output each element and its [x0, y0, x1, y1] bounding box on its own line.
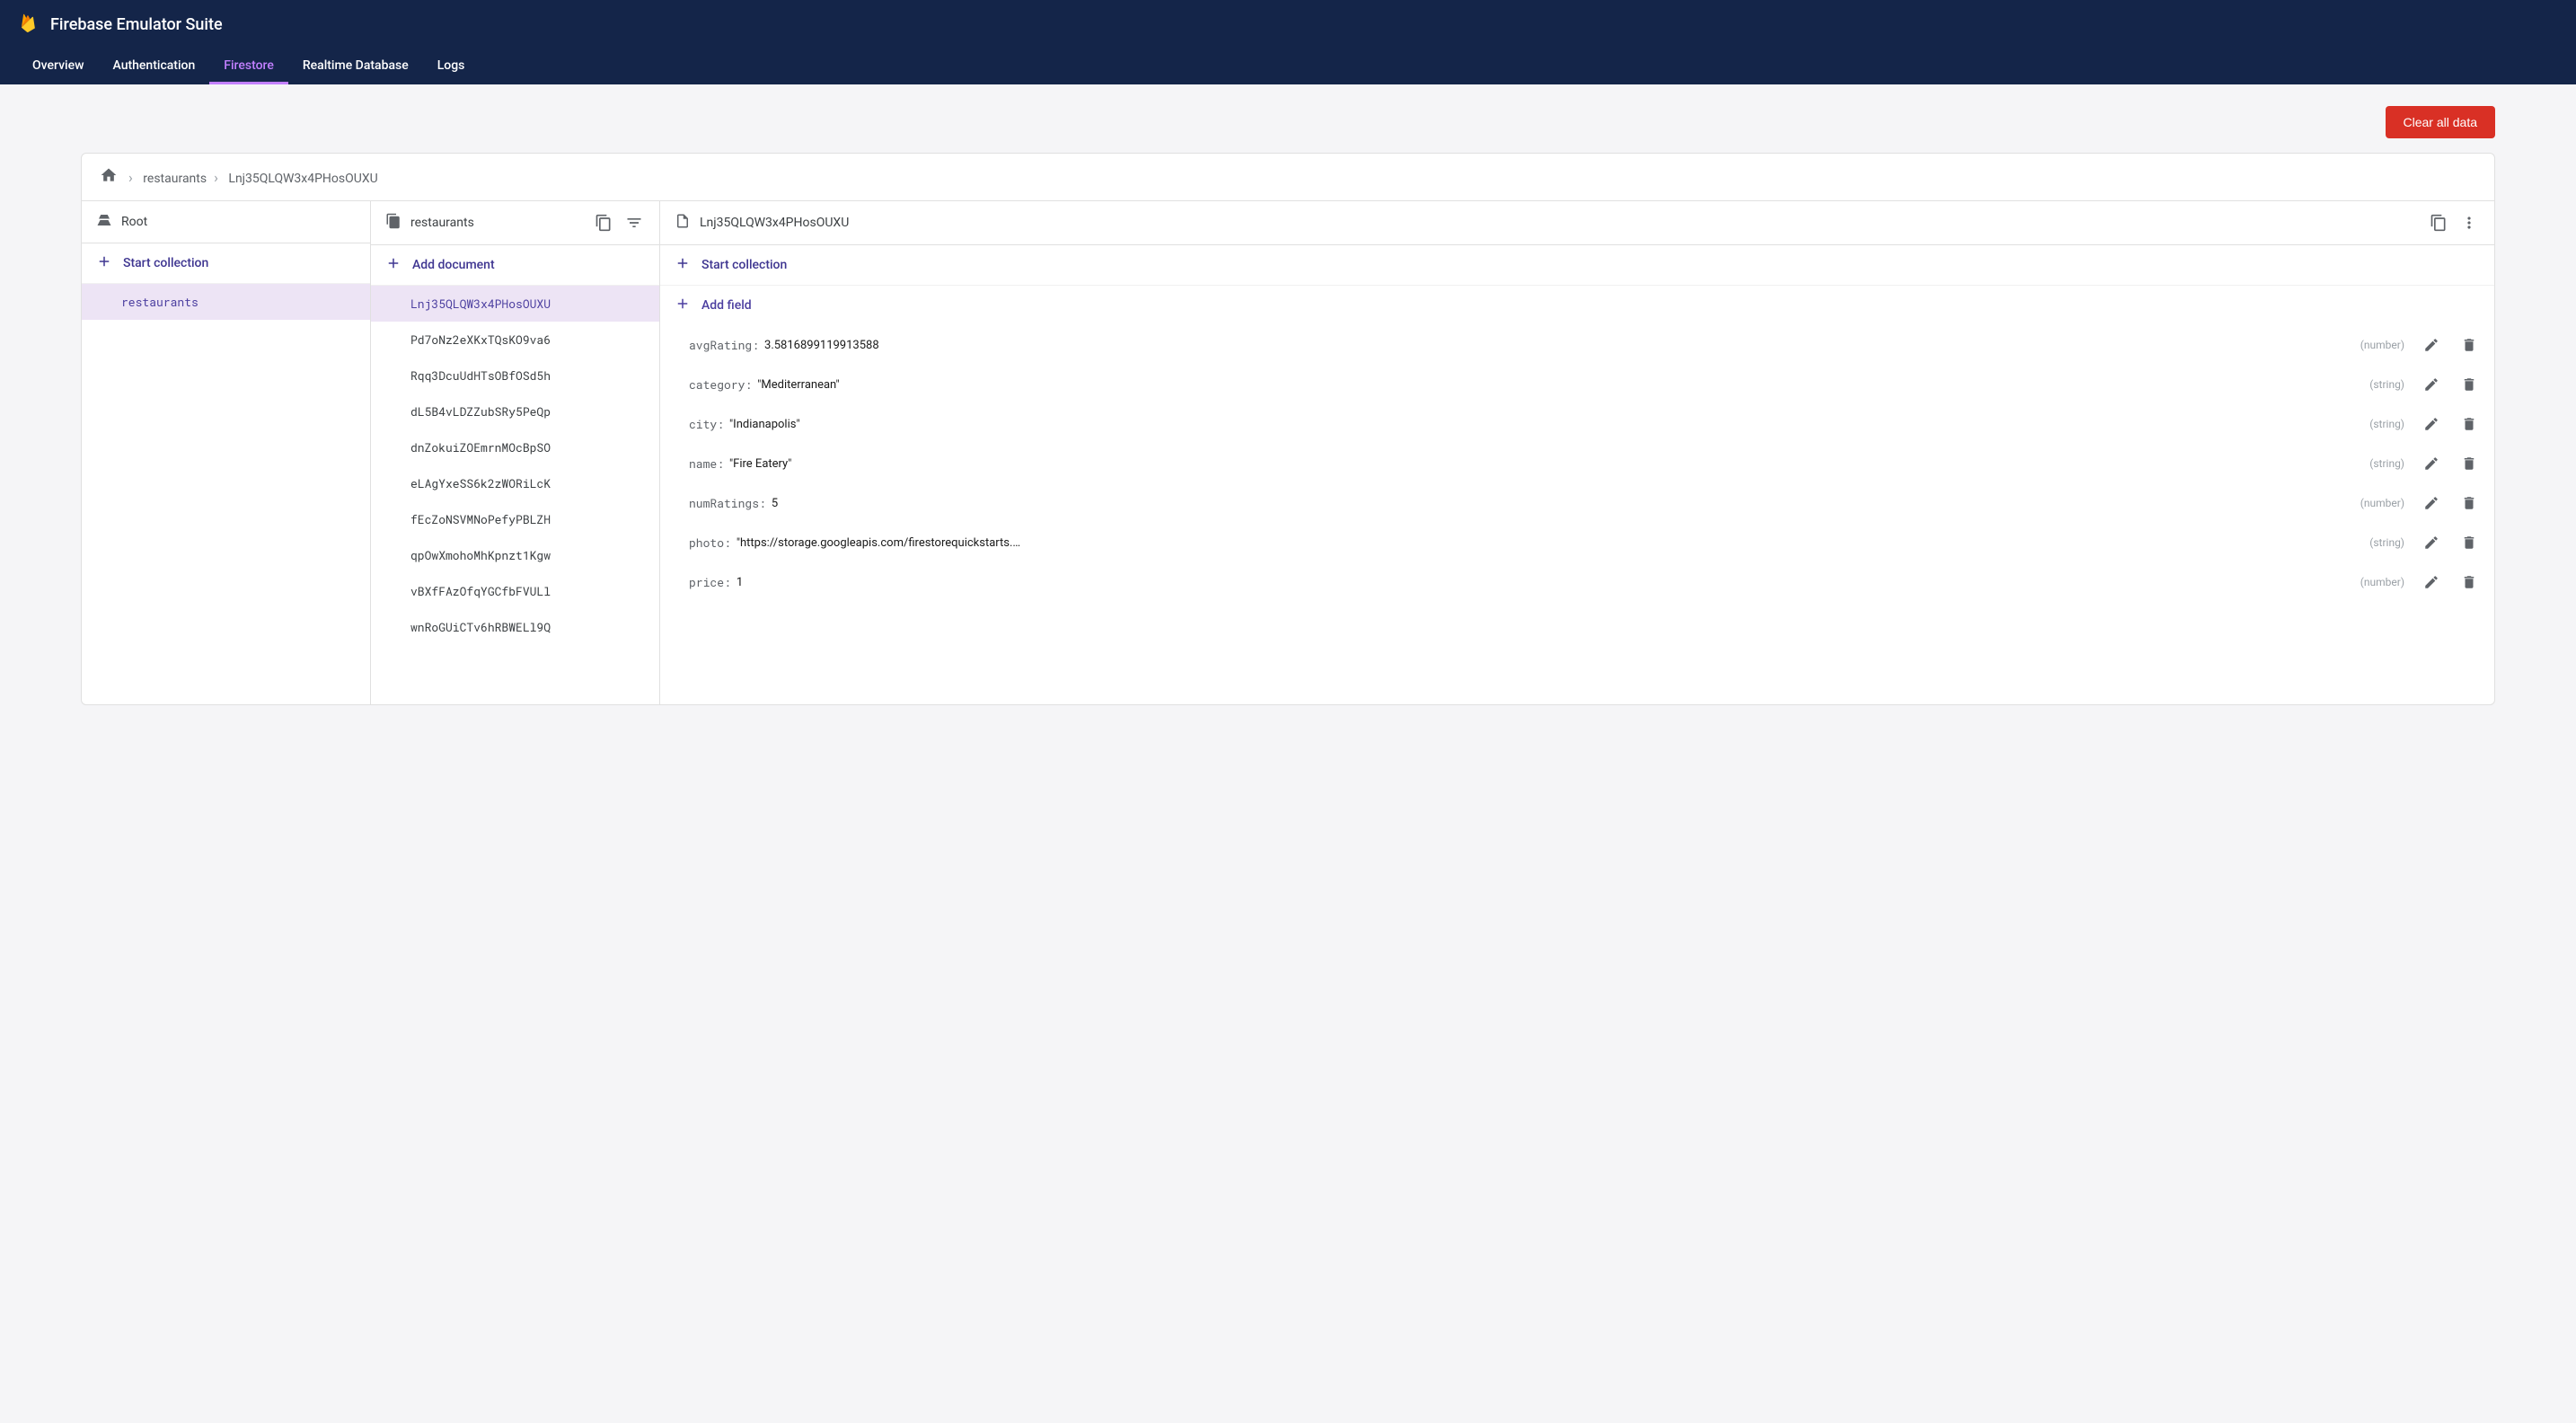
tab-logs[interactable]: Logs [423, 49, 480, 84]
list-item[interactable]: Lnj35QLQW3x4PHosOUXU [371, 286, 659, 322]
field-row: avgRating: 3.5816899119913588 (number) [660, 325, 2494, 365]
list-item[interactable]: fEcZoNSVMNoPefyPBLZH [371, 501, 659, 537]
field-type: (string) [2369, 457, 2404, 470]
list-item[interactable]: dnZokuiZOEmrnMOcBpSO [371, 429, 659, 465]
field-key: category: [689, 376, 752, 393]
nav-tabs: OverviewAuthenticationFirestoreRealtime … [0, 49, 2576, 84]
chevron-right-icon: › [128, 169, 133, 186]
copy-icon[interactable] [593, 212, 614, 234]
field-key: avgRating: [689, 337, 759, 353]
field-value: "https://storage.googleapis.com/firestor… [737, 536, 1024, 550]
field-type: (string) [2369, 378, 2404, 391]
app-header: Firebase Emulator Suite OverviewAuthenti… [0, 0, 2576, 84]
field-value: "Fire Eatery" [729, 457, 791, 471]
list-item[interactable]: restaurants [82, 284, 370, 320]
list-item[interactable]: wnRoGUiCTv6hRBWELl9Q [371, 609, 659, 645]
edit-icon[interactable] [2421, 334, 2442, 356]
edit-icon[interactable] [2421, 374, 2442, 395]
root-column-title: Root [121, 215, 147, 229]
field-row: price: 1 (number) [660, 562, 2494, 602]
start-collection-label: Start collection [123, 256, 208, 270]
field-type: (number) [2360, 576, 2404, 588]
field-row: category: "Mediterranean" (string) [660, 365, 2494, 404]
plus-icon [385, 255, 401, 275]
edit-icon[interactable] [2421, 492, 2442, 514]
chevron-right-icon: › [214, 169, 218, 186]
start-collection-label: Start collection [701, 258, 787, 272]
firebase-logo-icon [18, 13, 40, 35]
add-document-button[interactable]: Add document [371, 245, 659, 286]
edit-icon[interactable] [2421, 453, 2442, 474]
collection-column-title: restaurants [410, 216, 474, 230]
field-value: 5 [772, 497, 778, 510]
tab-realtime-database[interactable]: Realtime Database [288, 49, 423, 84]
breadcrumb-item[interactable]: restaurants [143, 172, 207, 186]
field-type: (string) [2369, 418, 2404, 430]
edit-icon[interactable] [2421, 532, 2442, 553]
add-field-label: Add field [701, 298, 752, 313]
document-icon [675, 213, 691, 233]
collection-column: restaurants Add document Lnj35QLQW3x4PHo… [371, 201, 660, 704]
list-item[interactable]: eLAgYxeSS6k2zWORiLcK [371, 465, 659, 501]
list-item[interactable]: qpOwXmohoMhKpnzt1Kgw [371, 537, 659, 573]
toolbar: Clear all data [0, 84, 2576, 153]
delete-icon[interactable] [2458, 492, 2480, 514]
plus-icon [675, 255, 691, 275]
copy-icon[interactable] [2428, 212, 2449, 234]
list-item[interactable]: dL5B4vLDZZubSRy5PeQp [371, 393, 659, 429]
field-key: city: [689, 416, 724, 432]
delete-icon[interactable] [2458, 334, 2480, 356]
document-column-title: Lnj35QLQW3x4PHosOUXU [700, 216, 849, 230]
tab-authentication[interactable]: Authentication [98, 49, 209, 84]
add-field-button[interactable]: Add field [660, 286, 2494, 325]
field-value: 1 [737, 576, 743, 589]
plus-icon [96, 253, 112, 273]
root-column: Root Start collection restaurants [82, 201, 371, 704]
field-type: (number) [2360, 497, 2404, 509]
collection-icon [385, 213, 401, 233]
plus-icon [675, 296, 691, 315]
start-collection-button[interactable]: Start collection [660, 245, 2494, 286]
list-item[interactable]: vBXfFAzOfqYGCfbFVULl [371, 573, 659, 609]
delete-icon[interactable] [2458, 571, 2480, 593]
app-title: Firebase Emulator Suite [50, 15, 223, 34]
field-value: "Mediterranean" [757, 378, 840, 392]
firestore-panel: › restaurants › Lnj35QLQW3x4PHosOUXU Root… [81, 153, 2495, 705]
list-item[interactable]: Rqq3DcuUdHTsOBfOSd5h [371, 358, 659, 393]
field-row: city: "Indianapolis" (string) [660, 404, 2494, 444]
tab-firestore[interactable]: Firestore [209, 49, 288, 84]
add-document-label: Add document [412, 258, 495, 272]
delete-icon[interactable] [2458, 453, 2480, 474]
field-value: 3.5816899119913588 [764, 339, 879, 352]
breadcrumb-item[interactable]: Lnj35QLQW3x4PHosOUXU [228, 172, 377, 186]
field-type: (number) [2360, 339, 2404, 351]
delete-icon[interactable] [2458, 374, 2480, 395]
filter-icon[interactable] [623, 212, 645, 234]
document-column: Lnj35QLQW3x4PHosOUXU Start collection [660, 201, 2494, 704]
breadcrumbs: › restaurants › Lnj35QLQW3x4PHosOUXU [82, 154, 2494, 201]
field-row: photo: "https://storage.googleapis.com/fi… [660, 523, 2494, 562]
edit-icon[interactable] [2421, 413, 2442, 435]
home-icon[interactable] [100, 166, 118, 188]
more-vert-icon[interactable] [2458, 212, 2480, 234]
edit-icon[interactable] [2421, 571, 2442, 593]
list-item[interactable]: Pd7oNz2eXKxTQsKO9va6 [371, 322, 659, 358]
database-icon [96, 212, 112, 232]
field-row: name: "Fire Eatery" (string) [660, 444, 2494, 483]
field-row: numRatings: 5 (number) [660, 483, 2494, 523]
delete-icon[interactable] [2458, 413, 2480, 435]
start-collection-button[interactable]: Start collection [82, 243, 370, 284]
field-type: (string) [2369, 536, 2404, 549]
field-key: photo: [689, 535, 731, 551]
field-value: "Indianapolis" [729, 418, 800, 431]
field-key: name: [689, 455, 724, 472]
field-key: numRatings: [689, 495, 766, 511]
tab-overview[interactable]: Overview [18, 49, 98, 84]
field-key: price: [689, 574, 731, 590]
delete-icon[interactable] [2458, 532, 2480, 553]
clear-all-data-button[interactable]: Clear all data [2386, 106, 2496, 138]
